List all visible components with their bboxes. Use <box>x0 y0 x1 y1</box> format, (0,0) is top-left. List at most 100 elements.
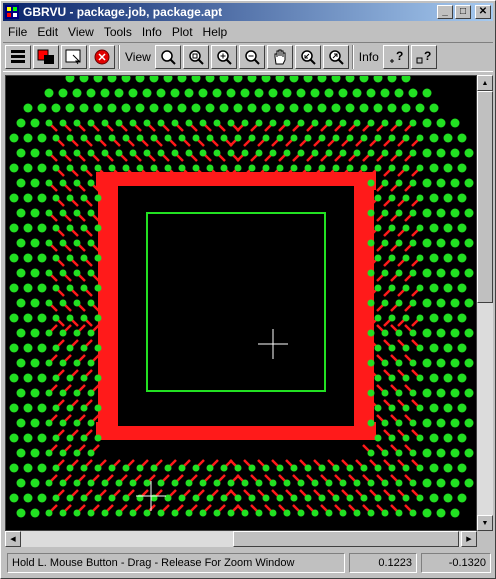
solder-pad <box>443 133 453 143</box>
solder-pad <box>409 449 417 457</box>
menu-info[interactable]: Info <box>137 25 167 39</box>
scroll-right-button[interactable]: ▶ <box>461 531 477 547</box>
info-point-button[interactable]: ? <box>382 45 409 69</box>
solder-pad <box>450 418 460 428</box>
horizontal-scrollbar[interactable]: ◀ ▶ <box>5 531 477 547</box>
window-title: GBRVU - package.job, package.apt <box>23 5 223 19</box>
solder-pad <box>52 284 60 292</box>
solder-pad <box>436 268 446 278</box>
solder-pad <box>436 118 446 128</box>
solder-pad <box>45 449 53 457</box>
solder-pad <box>80 434 88 442</box>
minimize-button[interactable]: _ <box>437 5 453 19</box>
solder-pad <box>381 179 389 187</box>
info-area-button[interactable]: ? <box>410 45 437 69</box>
solder-pad <box>178 494 186 502</box>
horizontal-scroll-thumb[interactable] <box>233 531 459 547</box>
toolbar-separator <box>351 45 354 69</box>
solder-pad <box>9 313 19 323</box>
vertical-scroll-thumb[interactable] <box>477 91 493 303</box>
pan-button[interactable] <box>266 45 293 69</box>
solder-pad <box>395 509 403 517</box>
menu-tools[interactable]: Tools <box>99 25 137 39</box>
scroll-up-button[interactable]: ▲ <box>477 75 493 91</box>
solder-pad <box>409 479 417 487</box>
bond-band-left <box>98 176 118 436</box>
solder-pad <box>30 238 40 248</box>
status-bar: Hold L. Mouse Button - Drag - Release Fo… <box>3 551 493 575</box>
solder-pad <box>30 148 40 158</box>
solder-pad <box>395 119 403 127</box>
zoom-previous-icon <box>301 50 316 65</box>
solder-pad <box>416 464 424 472</box>
zoom-out-button[interactable] <box>238 45 265 69</box>
solder-pad <box>374 434 382 442</box>
solder-pad <box>30 268 40 278</box>
solder-pad <box>128 88 138 98</box>
solder-pad <box>66 404 74 412</box>
stop-button[interactable] <box>89 45 115 69</box>
solder-pad <box>16 418 26 428</box>
zoom-in-button[interactable] <box>210 45 237 69</box>
solder-pad <box>381 269 389 277</box>
solder-pad <box>219 103 229 113</box>
color-button[interactable] <box>33 45 59 69</box>
solder-pad <box>360 464 368 472</box>
solder-pad <box>436 448 446 458</box>
menu-plot[interactable]: Plot <box>167 25 198 39</box>
solder-pad <box>388 164 396 172</box>
scroll-down-button[interactable]: ▼ <box>477 515 493 531</box>
solder-pad <box>23 373 33 383</box>
solder-pad <box>142 88 152 98</box>
solder-pad <box>269 479 277 487</box>
solder-pad <box>87 449 95 457</box>
pcb-layout[interactable] <box>6 76 476 530</box>
solder-pad <box>353 479 361 487</box>
solder-pad <box>59 149 67 157</box>
solder-pad <box>59 239 67 247</box>
status-y-coordinate: -0.1320 <box>421 553 491 573</box>
select-window-button[interactable] <box>61 45 87 69</box>
solder-pad <box>388 314 396 322</box>
solder-pad <box>332 134 340 142</box>
solder-pad <box>129 479 137 487</box>
title-bar[interactable]: GBRVU - package.job, package.apt _ □ ✕ <box>3 3 493 21</box>
solder-pad <box>457 403 467 413</box>
solder-pad <box>429 313 439 323</box>
solder-pad <box>450 358 460 368</box>
vertical-scrollbar[interactable]: ▲ ▼ <box>477 75 493 531</box>
drawing-canvas[interactable] <box>5 75 477 531</box>
zoom-previous-button[interactable] <box>294 45 321 69</box>
solder-pad <box>248 164 256 172</box>
zoom-all-button[interactable] <box>182 45 209 69</box>
scroll-left-button[interactable]: ◀ <box>5 531 21 547</box>
solder-pad <box>416 314 424 322</box>
solder-pad <box>30 508 40 518</box>
zoom-fit-button[interactable] <box>322 45 349 69</box>
solder-pad <box>241 509 249 517</box>
status-x-coordinate: 0.1223 <box>349 553 417 573</box>
solder-pad <box>395 149 403 157</box>
menu-edit[interactable]: Edit <box>32 25 63 39</box>
solder-pad <box>416 494 424 502</box>
solder-pad <box>9 433 19 443</box>
solder-pad <box>339 509 347 517</box>
solder-pad <box>275 103 285 113</box>
maximize-button[interactable]: □ <box>455 5 471 19</box>
solder-pad <box>23 253 33 263</box>
menu-help[interactable]: Help <box>198 25 233 39</box>
solder-pad <box>317 103 327 113</box>
zoom-button[interactable] <box>154 45 181 69</box>
menu-file[interactable]: File <box>3 25 32 39</box>
arrow-down-icon: ▼ <box>481 519 489 527</box>
solder-pad <box>164 464 172 472</box>
menu-view[interactable]: View <box>63 25 99 39</box>
layers-button[interactable] <box>5 45 31 69</box>
solder-pad <box>394 88 404 98</box>
solder-pad <box>416 164 424 172</box>
solder-pad <box>220 464 228 472</box>
close-button[interactable]: ✕ <box>475 5 491 19</box>
solder-pad <box>443 313 453 323</box>
solder-pad <box>157 149 165 157</box>
solder-pad <box>80 194 88 202</box>
